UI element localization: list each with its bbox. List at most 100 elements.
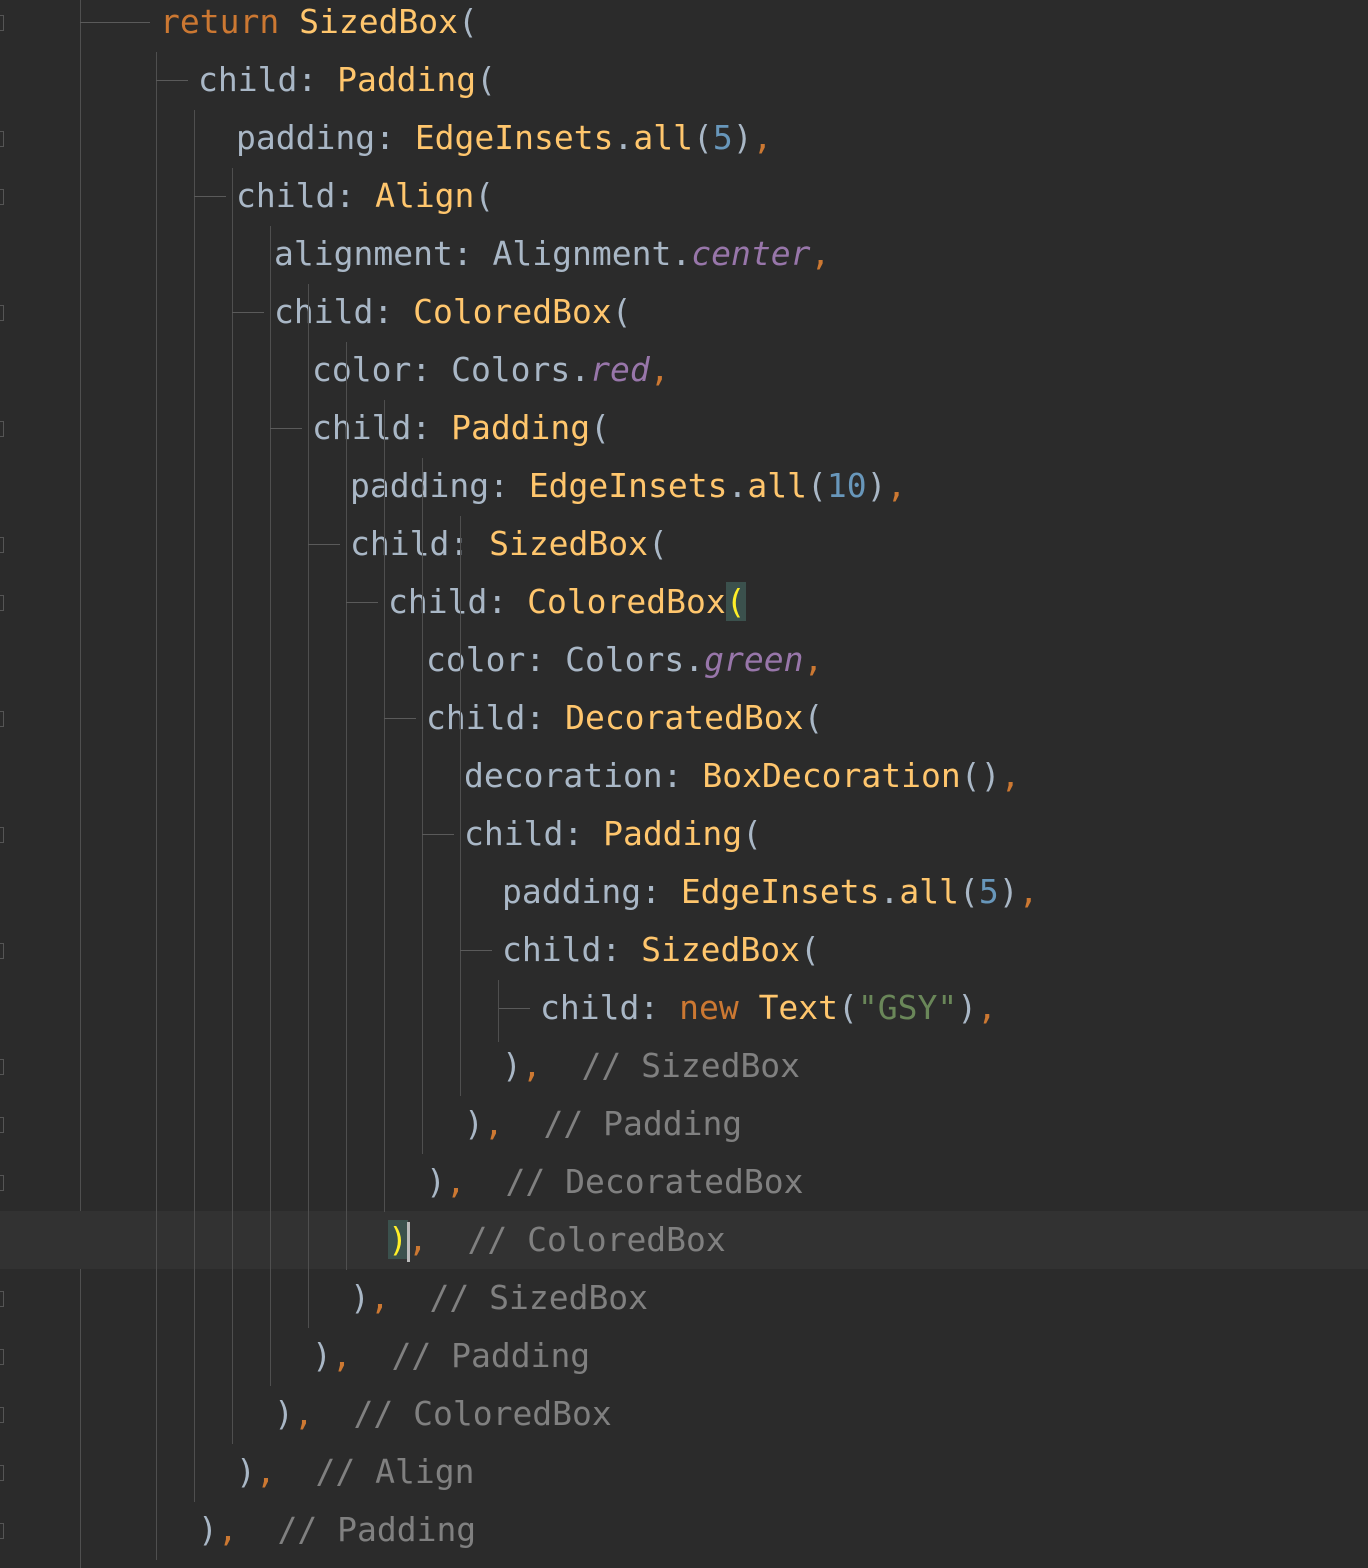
code-line[interactable]: color: Colors.red,	[0, 341, 1368, 399]
indent-guide-branch	[156, 80, 188, 81]
code-line[interactable]: decoration: BoxDecoration(),	[0, 747, 1368, 805]
indent-guide-branch	[232, 312, 264, 313]
code-line[interactable]: child: DecoratedBox(	[0, 689, 1368, 747]
code-line[interactable]: padding: EdgeInsets.all(5),	[0, 109, 1368, 167]
code-token: .	[727, 466, 748, 505]
code-line[interactable]: child: Padding(	[0, 399, 1368, 457]
indent-guide-branch	[308, 544, 340, 545]
code-token: (	[803, 698, 824, 737]
code-token: ,	[369, 1278, 390, 1317]
code-token: all	[899, 872, 959, 911]
code-editor[interactable]: return SizedBox(child: Padding(padding: …	[0, 0, 1368, 1568]
code-text: color: Colors.red,	[312, 341, 670, 399]
code-token: child:	[388, 582, 528, 621]
code-token: center	[691, 234, 811, 273]
code-token: Padding	[603, 814, 743, 853]
indent-guide	[194, 110, 195, 1502]
code-line[interactable]: child: SizedBox(	[0, 515, 1368, 573]
code-token: )	[198, 1510, 218, 1549]
code-token: all	[633, 118, 693, 157]
matched-bracket: )	[388, 1220, 408, 1259]
code-line[interactable]: child: Padding(	[0, 805, 1368, 863]
code-token: 10	[826, 466, 867, 505]
code-line[interactable]: ), // ColoredBox	[0, 1385, 1368, 1443]
indent-guide	[498, 980, 499, 1042]
code-text: child: new Text("GSY"),	[540, 979, 997, 1037]
indent-guide	[422, 458, 423, 1154]
code-token: ()	[960, 756, 1001, 795]
code-text: alignment: Alignment.center,	[274, 225, 830, 283]
indent-guide-branch	[384, 718, 416, 719]
code-text: ), // SizedBox	[350, 1269, 648, 1327]
code-token: )	[464, 1104, 484, 1143]
code-line[interactable]: ), // Align	[0, 1443, 1368, 1501]
code-line[interactable]: ), // SizedBox	[0, 1037, 1368, 1095]
code-token: )	[312, 1336, 332, 1375]
code-token: color: Colors.	[312, 350, 591, 389]
code-token: Padding	[451, 408, 591, 447]
code-token: child:	[274, 292, 414, 331]
code-token: 5	[712, 118, 733, 157]
code-text: ), // SizedBox	[502, 1037, 800, 1095]
code-token: )	[426, 1162, 446, 1201]
code-line[interactable]: child: SizedBox(	[0, 921, 1368, 979]
code-token: ,	[803, 640, 824, 679]
code-line[interactable]: return SizedBox(	[0, 0, 1368, 51]
code-token: child:	[236, 176, 376, 215]
indent-guide-branch	[346, 602, 378, 603]
code-token: alignment: Alignment.	[274, 234, 692, 273]
code-token: ,	[293, 1394, 314, 1433]
code-token: ,	[1018, 872, 1039, 911]
code-text: child: ColoredBox(	[388, 573, 746, 631]
code-line[interactable]: ), // Padding	[0, 1327, 1368, 1385]
code-token: child:	[426, 698, 566, 737]
code-token: ,	[521, 1046, 542, 1085]
code-line[interactable]: ), // ColoredBox	[0, 1211, 1368, 1269]
code-comment: // SizedBox	[429, 1278, 649, 1317]
code-text: child: SizedBox(	[350, 515, 668, 573]
code-comment: // Padding	[277, 1510, 477, 1549]
code-line[interactable]: color: Colors.green,	[0, 631, 1368, 689]
code-line[interactable]: padding: EdgeInsets.all(5),	[0, 863, 1368, 921]
code-line[interactable]: ), // Padding	[0, 1095, 1368, 1153]
code-line[interactable]: ), // Padding	[0, 1501, 1368, 1559]
code-token: padding:	[502, 872, 681, 911]
code-text: child: SizedBox(	[502, 921, 820, 979]
code-token: )	[957, 988, 978, 1027]
code-text: ), // Padding	[312, 1327, 590, 1385]
code-text: ), // ColoredBox	[274, 1385, 612, 1443]
indent-guide	[384, 400, 385, 1212]
code-token: decoration:	[464, 756, 703, 795]
code-line[interactable]: child: new Text("GSY"),	[0, 979, 1368, 1037]
code-token: (	[611, 292, 632, 331]
indent-guide	[232, 168, 233, 1444]
code-text: child: Align(	[236, 167, 494, 225]
code-token: child:	[350, 524, 490, 563]
code-token: SizedBox	[299, 2, 459, 41]
code-comment: // Padding	[543, 1104, 743, 1143]
indent-guide-branch	[460, 950, 492, 951]
code-line[interactable]: child: ColoredBox(	[0, 573, 1368, 631]
matched-bracket: (	[725, 582, 746, 621]
code-line[interactable]: padding: EdgeInsets.all(10),	[0, 457, 1368, 515]
code-text: child: Padding(	[464, 805, 762, 863]
code-token: SizedBox	[641, 930, 801, 969]
code-token: EdgeInsets	[528, 466, 728, 505]
code-token: padding:	[236, 118, 415, 157]
code-line[interactable]: child: Padding(	[0, 51, 1368, 109]
code-token: green	[704, 640, 804, 679]
indent-guide	[460, 516, 461, 1096]
code-token: padding:	[350, 466, 529, 505]
code-token: 5	[978, 872, 999, 911]
code-text: child: DecoratedBox(	[426, 689, 823, 747]
code-line[interactable]: ), // DecoratedBox	[0, 1153, 1368, 1211]
code-line[interactable]: alignment: Alignment.center,	[0, 225, 1368, 283]
code-line[interactable]: child: ColoredBox(	[0, 283, 1368, 341]
code-token: ,	[810, 234, 831, 273]
indent-guide-branch	[270, 428, 302, 429]
code-text: color: Colors.green,	[426, 631, 823, 689]
code-line[interactable]: ), // SizedBox	[0, 1269, 1368, 1327]
